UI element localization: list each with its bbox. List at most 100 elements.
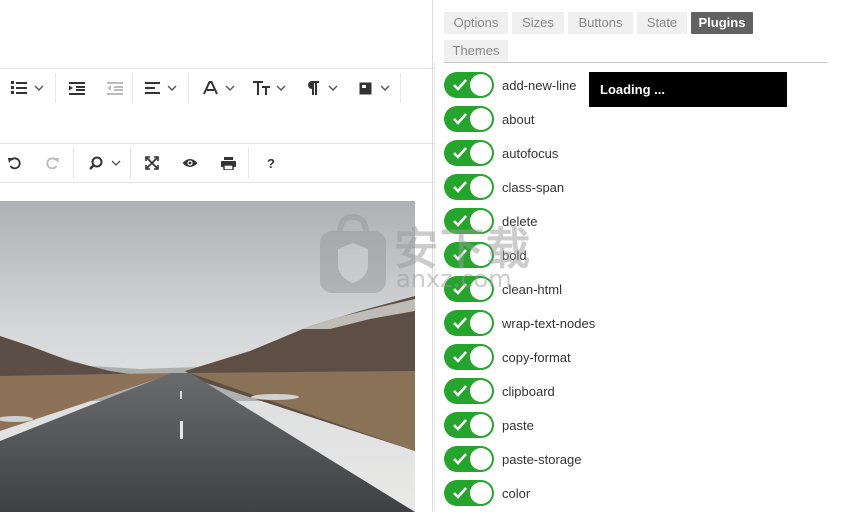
- plugin-toggle[interactable]: [444, 412, 494, 438]
- find-dropdown[interactable]: [109, 144, 123, 182]
- outdent-icon: [107, 81, 123, 95]
- checkmark-icon: [453, 248, 467, 266]
- checkmark-icon: [453, 452, 467, 470]
- toolbar-row-formatting: [0, 68, 434, 108]
- font-dropdown[interactable]: [223, 69, 237, 107]
- plugin-label: add-new-line: [502, 77, 577, 93]
- plugin-row: about: [444, 106, 535, 132]
- ordered-list-icon: [11, 81, 27, 95]
- plugin-row: wrap-text-nodes: [444, 310, 595, 336]
- print-button[interactable]: [217, 144, 239, 182]
- paragraph-dropdown[interactable]: [326, 69, 340, 107]
- plugin-row: paste-storage: [444, 446, 582, 472]
- plugin-toggle[interactable]: [444, 242, 494, 268]
- redo-button[interactable]: [41, 144, 63, 182]
- panel-border: [434, 63, 435, 512]
- image-button[interactable]: [354, 69, 376, 107]
- align-button[interactable]: [141, 69, 163, 107]
- toolbar-separator: [130, 148, 131, 178]
- paragraph-icon: [307, 81, 319, 95]
- plugin-toggle[interactable]: [444, 378, 494, 404]
- checkmark-icon: [453, 146, 467, 164]
- chevron-down-icon: [34, 85, 44, 91]
- plugin-toggle[interactable]: [444, 72, 494, 98]
- plugin-label: about: [502, 111, 535, 127]
- plugin-toggle[interactable]: [444, 344, 494, 370]
- plugin-toggle[interactable]: [444, 106, 494, 132]
- toolbar-separator: [248, 148, 249, 178]
- checkmark-icon: [453, 486, 467, 504]
- ordered-list-button[interactable]: [8, 69, 30, 107]
- plugin-row: paste: [444, 412, 534, 438]
- checkmark-icon: [453, 180, 467, 198]
- plugin-toggle[interactable]: [444, 446, 494, 472]
- plugin-label: delete: [502, 213, 538, 229]
- print-icon: [220, 156, 236, 170]
- plugin-toggle[interactable]: [444, 208, 494, 234]
- plugin-label: bold: [502, 247, 527, 263]
- plugin-toggle[interactable]: [444, 480, 494, 506]
- toggle-knob: [470, 482, 492, 504]
- chevron-down-icon: [276, 85, 286, 91]
- plugin-label: paste-storage: [502, 451, 582, 467]
- checkmark-icon: [453, 78, 467, 96]
- plugin-label: autofocus: [502, 145, 559, 161]
- toolbar-separator: [132, 73, 133, 103]
- undo-button[interactable]: [4, 144, 26, 182]
- toolbar-separator: [400, 73, 401, 103]
- chevron-down-icon: [111, 160, 121, 166]
- toolbar-separator: [55, 73, 56, 103]
- font-button[interactable]: [199, 69, 221, 107]
- toggle-knob: [470, 108, 492, 130]
- toggle-knob: [470, 448, 492, 470]
- plugin-label: copy-format: [502, 349, 571, 365]
- preview-icon: [182, 158, 198, 168]
- plugin-toggle[interactable]: [444, 174, 494, 200]
- plugin-label: color: [502, 485, 531, 501]
- font-size-button[interactable]: [250, 69, 272, 107]
- toggle-knob: [470, 74, 492, 96]
- ordered-list-dropdown[interactable]: [32, 69, 46, 107]
- font-size-icon: [252, 81, 270, 95]
- find-icon: [89, 156, 103, 170]
- checkmark-icon: [453, 418, 467, 436]
- tab-state[interactable]: State: [637, 12, 687, 34]
- toggle-knob: [470, 414, 492, 436]
- help-button[interactable]: ?: [260, 144, 282, 182]
- plugin-row: autofocus: [444, 140, 558, 166]
- chevron-down-icon: [167, 85, 177, 91]
- font-size-dropdown[interactable]: [274, 69, 288, 107]
- tab-buttons[interactable]: Buttons: [568, 12, 633, 34]
- help-icon: ?: [267, 155, 275, 171]
- toggle-knob: [470, 210, 492, 232]
- undo-icon: [8, 156, 22, 170]
- plugin-row: copy-format: [444, 344, 571, 370]
- fullscreen-button[interactable]: [141, 144, 163, 182]
- toolbar-separator: [73, 148, 74, 178]
- preview-button[interactable]: [179, 144, 201, 182]
- toolbar-separator: [188, 73, 189, 103]
- tab-options[interactable]: Options: [444, 12, 508, 34]
- plugin-label: wrap-text-nodes: [502, 315, 596, 331]
- plugin-toggle[interactable]: [444, 276, 494, 302]
- tab-plugins[interactable]: Plugins: [691, 12, 753, 34]
- chevron-down-icon: [380, 85, 390, 91]
- tab-themes[interactable]: Themes: [444, 40, 508, 62]
- toggle-knob: [470, 346, 492, 368]
- plugin-label: clean-html: [502, 281, 562, 297]
- toolbar-row-empty: [0, 107, 434, 144]
- tab-sizes[interactable]: Sizes: [512, 12, 564, 34]
- checkmark-icon: [453, 112, 467, 130]
- align-dropdown[interactable]: [165, 69, 179, 107]
- find-button[interactable]: [85, 144, 107, 182]
- checkmark-icon: [453, 316, 467, 334]
- paragraph-button[interactable]: [302, 69, 324, 107]
- loading-toast: Loading ...: [589, 72, 787, 107]
- image-dropdown[interactable]: [378, 69, 392, 107]
- checkmark-icon: [453, 384, 467, 402]
- plugin-toggle[interactable]: [444, 140, 494, 166]
- editor-scrollbar[interactable]: [432, 0, 433, 512]
- indent-button[interactable]: [66, 69, 88, 107]
- plugin-toggle[interactable]: [444, 310, 494, 336]
- outdent-button[interactable]: [104, 69, 126, 107]
